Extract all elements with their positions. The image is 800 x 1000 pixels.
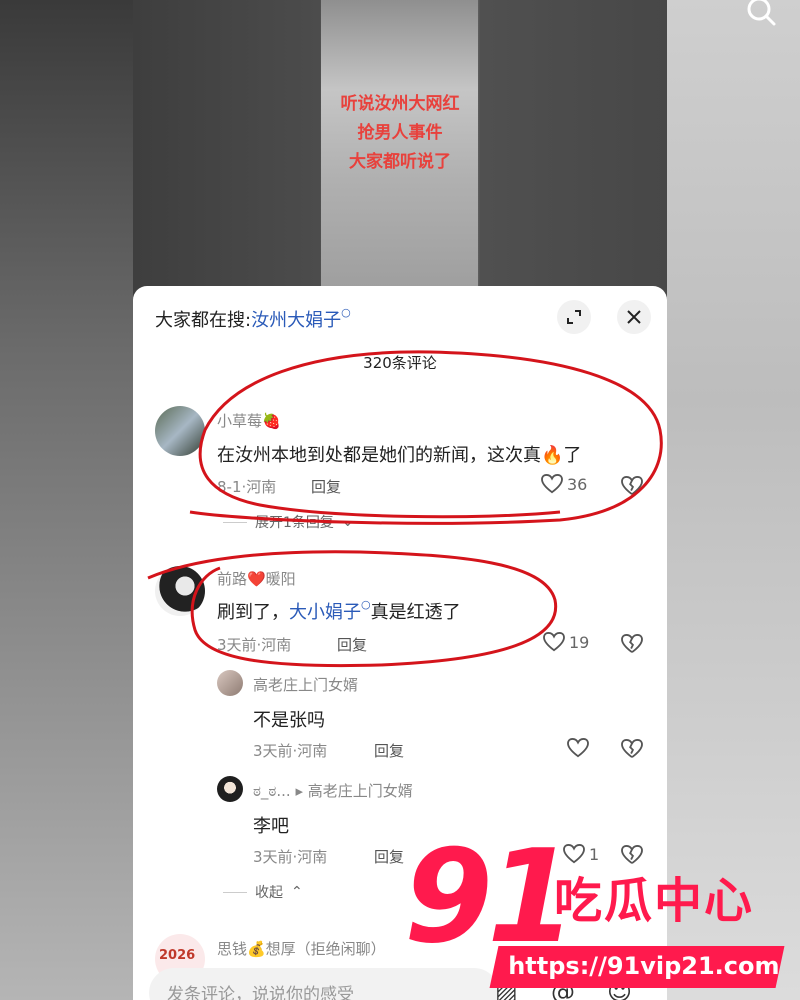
watermark-url-badge: https://91vip21.com (489, 946, 785, 988)
watermark-url: https://91vip21.com (508, 952, 780, 980)
watermark-number: 91 (404, 823, 576, 972)
watermark: 91 吃瓜中心 https://91vip21.com (404, 834, 800, 1000)
annotation-circle-1 (189, 350, 663, 525)
annotation-circle-2 (147, 550, 558, 668)
watermark-name: 吃瓜中心 (554, 873, 755, 929)
